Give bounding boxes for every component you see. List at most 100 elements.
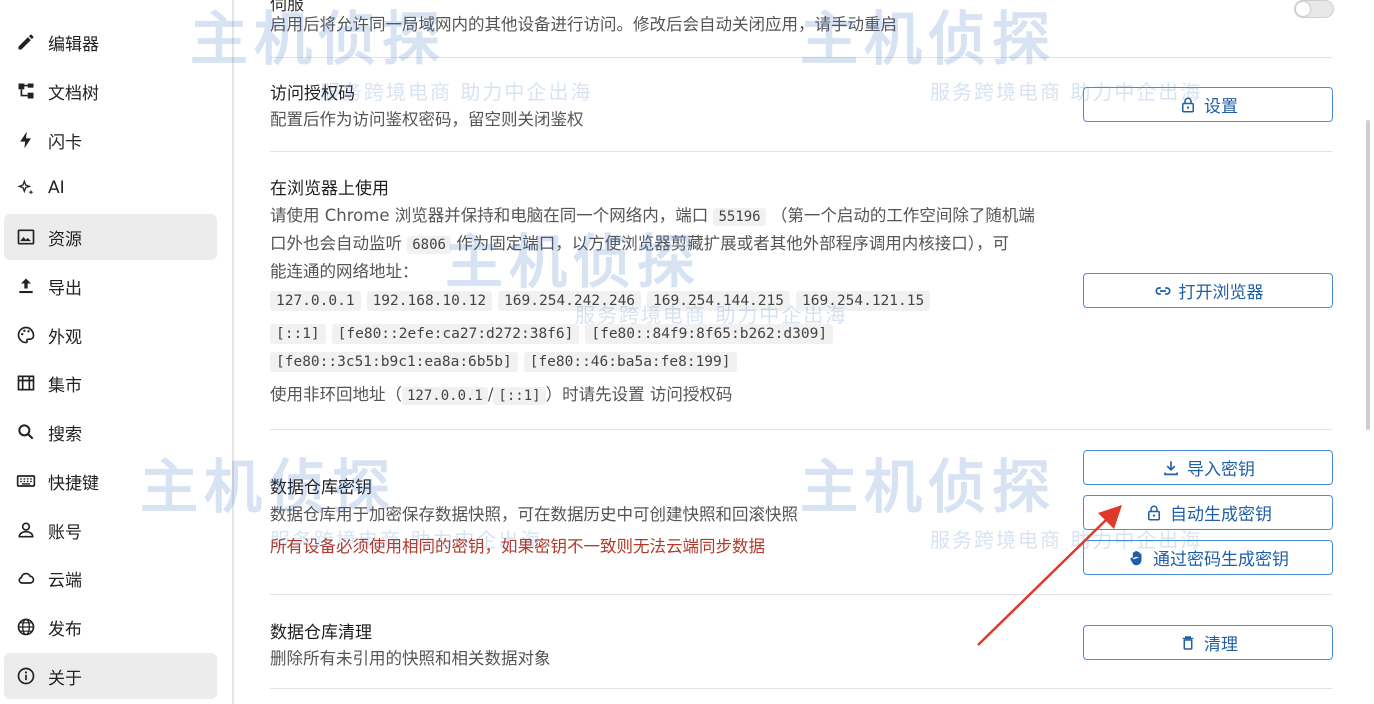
browser-use-desc-line1: 请使用 Chrome 浏览器并保持和电脑在同一个网络内，端口 55196 （第一…: [270, 202, 1035, 231]
toggle-knob: [1296, 2, 1310, 16]
sidebar-item-label: 账号: [48, 522, 82, 543]
lock-icon: [1178, 95, 1198, 115]
network-serve-toggle[interactable]: [1294, 0, 1334, 18]
info-icon: [14, 664, 38, 688]
address-chip: [::1]: [270, 324, 326, 344]
desc-text: 作为固定端口，以方便浏览器剪藏扩展或者其他外部程序调用内核接口），可: [456, 234, 1009, 253]
loopback-note: 使用非环回地址（ 127.0.0.1/[::1] ）时请先设置 访问授权码: [270, 381, 732, 410]
sidebar-item-assets[interactable]: 资源: [4, 214, 217, 260]
trash-icon: [1178, 633, 1198, 653]
desc-text: 请使用 Chrome 浏览器并保持和电脑在同一个网络内，端口: [270, 206, 709, 225]
button-label: 设置: [1204, 97, 1238, 117]
auto-generate-key-button[interactable]: 自动生成密钥: [1083, 495, 1333, 530]
sidebar-item-export[interactable]: 导出: [4, 263, 217, 309]
address-chip: 169.254.242.246: [498, 291, 642, 311]
sidebar-item-bazaar[interactable]: 集市: [4, 360, 217, 406]
sidebar-item-label: 关于: [48, 668, 82, 689]
sidebar-item-cloud[interactable]: 云端: [4, 555, 217, 601]
repo-purge-description: 删除所有未引用的快照和相关数据对象: [270, 649, 551, 668]
desc-text: （第一个启动的工作空间除了随机端: [770, 206, 1035, 225]
search-icon: [14, 420, 38, 444]
sidebar-item-label: 发布: [48, 619, 82, 640]
address-list-row1: 127.0.0.1 192.168.10.12 169.254.242.246 …: [270, 291, 931, 311]
sidebar-item-label: 文档树: [48, 83, 99, 104]
divider: [270, 57, 1332, 58]
pencil-icon: [14, 30, 38, 54]
note-code: 127.0.0.1: [402, 387, 488, 405]
keyboard-icon: [14, 469, 38, 493]
sidebar-item-label: 导出: [48, 278, 82, 299]
sidebar-item-label: AI: [48, 178, 65, 198]
settings-panel: 伺服 启用后将允许同一局域网内的其他设备进行访问。修改后会自动关闭应用，请手动重…: [236, 0, 1360, 704]
divider: [270, 429, 1332, 430]
sidebar-item-ai[interactable]: AI: [4, 165, 217, 211]
store-icon: [14, 371, 38, 395]
link-icon: [1153, 281, 1173, 301]
repo-key-title: 数据仓库密钥: [270, 478, 372, 498]
sidebar: 编辑器 文档树 闪卡 AI 资源 导出 外观 集市 搜索 快捷键 账号 云端 发…: [0, 0, 232, 704]
sidebar-divider: [232, 0, 234, 704]
button-label: 导入密钥: [1187, 460, 1255, 480]
network-serve-description: 启用后将允许同一局域网内的其他设备进行访问。修改后会自动关闭应用，请手动重启: [270, 15, 897, 34]
sidebar-item-label: 闪卡: [48, 132, 82, 153]
repo-key-description: 数据仓库用于加密保存数据快照，可在数据历史中可创建快照和回滚快照: [270, 505, 798, 524]
sidebar-item-label: 编辑器: [48, 34, 99, 55]
open-browser-button[interactable]: 打开浏览器: [1083, 273, 1333, 308]
fixed-port-code: 6806: [407, 236, 451, 254]
palette-icon: [14, 323, 38, 347]
address-list-row2: [::1] [fe80::2efe:ca27:d272:38f6] [fe80:…: [270, 324, 834, 344]
port-code: 55196: [713, 208, 766, 226]
sidebar-item-label: 搜索: [48, 424, 82, 445]
browser-use-desc-line2: 口外也会自动监听 6806 作为固定端口，以方便浏览器剪藏扩展或者其他外部程序调…: [270, 230, 1009, 259]
purge-button[interactable]: 清理: [1083, 625, 1333, 660]
sidebar-item-publish[interactable]: 发布: [4, 604, 217, 650]
hand-icon: [1127, 548, 1147, 568]
note-text: ）时请先设置 访问授权码: [545, 385, 733, 404]
divider: [270, 594, 1332, 595]
repo-purge-title: 数据仓库清理: [270, 623, 372, 643]
address-chip: 169.254.144.215: [647, 291, 790, 311]
sparkle-icon: [14, 176, 38, 200]
repo-key-warning: 所有设备必须使用相同的密钥，如果密钥不一致则无法云端同步数据: [270, 537, 765, 556]
lock-icon: [1144, 503, 1164, 523]
sidebar-item-search[interactable]: 搜索: [4, 409, 217, 455]
address-chip: 127.0.0.1: [270, 291, 361, 311]
sidebar-item-editor[interactable]: 编辑器: [4, 19, 217, 65]
address-chip: [fe80::2efe:ca27:d272:38f6]: [331, 324, 580, 344]
divider: [270, 151, 1332, 152]
desc-text: 口外也会自动监听: [270, 234, 402, 253]
address-chip: [fe80::3c51:b9c1:ea8a:6b5b]: [270, 352, 518, 372]
note-text: 使用非环回地址（: [270, 385, 402, 404]
button-label: 自动生成密钥: [1170, 505, 1272, 525]
browser-use-desc-line3: 能连通的网络地址：: [270, 262, 419, 281]
image-icon: [14, 225, 38, 249]
address-chip: 192.168.10.12: [366, 291, 493, 311]
cloud-icon: [14, 566, 38, 590]
note-code: [::1]: [493, 387, 546, 405]
sidebar-item-label: 集市: [48, 375, 82, 396]
scrollbar[interactable]: [1366, 120, 1370, 430]
set-access-code-button[interactable]: 设置: [1083, 87, 1333, 122]
tree-icon: [14, 79, 38, 103]
sidebar-item-about[interactable]: 关于: [4, 653, 217, 699]
download-icon: [1161, 458, 1181, 478]
divider: [270, 688, 1332, 689]
import-key-button[interactable]: 导入密钥: [1083, 450, 1333, 485]
address-chip: [fe80::84f9:8f65:b262:d309]: [585, 324, 834, 344]
password-generate-key-button[interactable]: 通过密码生成密钥: [1083, 540, 1333, 575]
button-label: 清理: [1204, 635, 1238, 655]
sidebar-item-doctree[interactable]: 文档树: [4, 68, 217, 114]
browser-use-title: 在浏览器上使用: [270, 179, 389, 199]
sidebar-item-account[interactable]: 账号: [4, 507, 217, 553]
button-label: 通过密码生成密钥: [1153, 550, 1289, 570]
address-chip: 169.254.121.15: [795, 291, 931, 311]
sidebar-item-label: 云端: [48, 570, 82, 591]
address-list-row3: [fe80::3c51:b9c1:ea8a:6b5b] [fe80::46:ba…: [270, 352, 737, 372]
sidebar-item-label: 外观: [48, 327, 82, 348]
button-label: 打开浏览器: [1178, 283, 1264, 303]
sidebar-item-flashcard[interactable]: 闪卡: [4, 117, 217, 163]
sidebar-item-label: 资源: [48, 229, 82, 250]
sidebar-item-appearance[interactable]: 外观: [4, 312, 217, 358]
globe-icon: [14, 615, 38, 639]
sidebar-item-keymap[interactable]: 快捷键: [4, 458, 217, 504]
